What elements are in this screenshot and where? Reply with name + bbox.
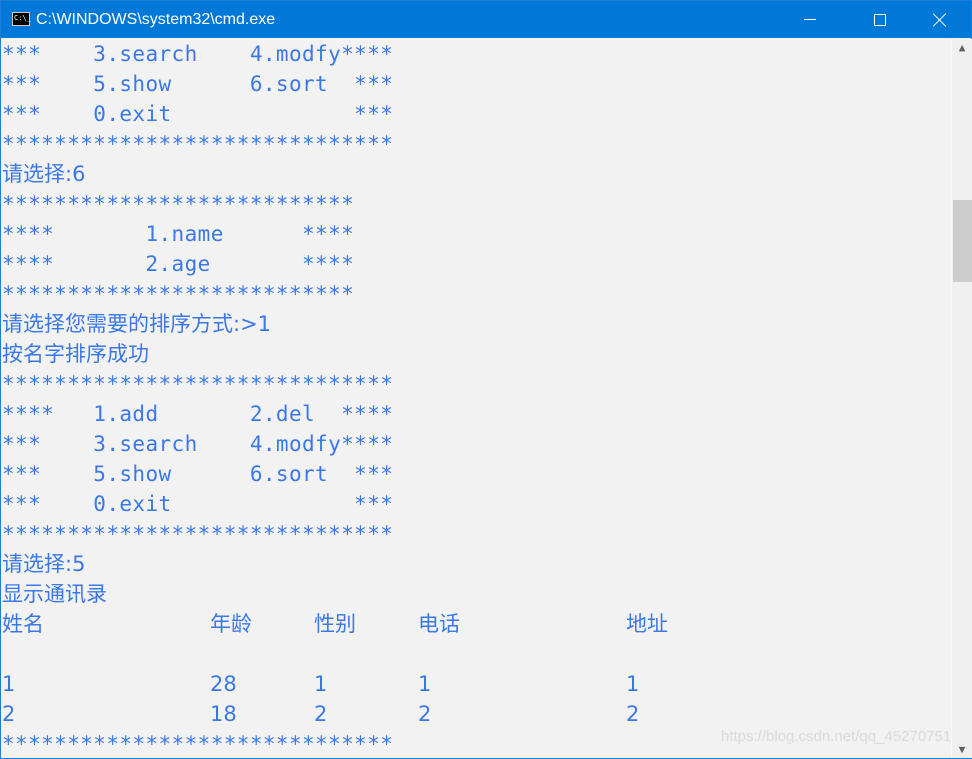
console-line: 请选择:6 [2, 162, 86, 186]
console-line: *** 3.search 4.modfy**** [2, 42, 394, 66]
console-line: ****************************** [2, 732, 394, 756]
cell-age: 28 [210, 672, 237, 696]
console-line: *** 5.show 6.sort *** [2, 72, 394, 96]
watermark: https://blog.csdn.net/qq_45270751 [721, 728, 952, 745]
console-line: *** 0.exit *** [2, 102, 394, 126]
minimize-icon [804, 19, 816, 20]
header-gender: 性别 [314, 612, 356, 636]
table-row: 1 28 1 1 1 [2, 669, 902, 699]
console-line: *** 3.search 4.modfy**** [2, 432, 394, 456]
cell-phone: 1 [418, 672, 432, 696]
console-line: **** 1.name **** [2, 222, 355, 246]
cell-name: 2 [2, 702, 16, 726]
scroll-up-arrow-icon[interactable]: ▲ [952, 39, 972, 56]
title-bar[interactable]: C:\_ C:\WINDOWS\system32\cmd.exe [1, 1, 971, 38]
console-line: **** 1.add 2.del **** [2, 402, 394, 426]
vertical-scrollbar[interactable]: ▲ ▼ [951, 39, 972, 758]
console-line: 请选择:5 [2, 552, 86, 576]
console-line: ****************************** [2, 132, 394, 156]
header-address: 地址 [626, 612, 668, 636]
console-line: ****************************** [2, 522, 394, 546]
console-line: 显示通讯录 [2, 582, 107, 606]
console-line: *** 5.show 6.sort *** [2, 462, 394, 486]
cell-gender: 1 [314, 672, 328, 696]
cell-age: 18 [210, 702, 237, 726]
window-title: C:\WINDOWS\system32\cmd.exe [36, 11, 276, 28]
cmd-window: C:\_ C:\WINDOWS\system32\cmd.exe *** 3.s… [0, 0, 972, 759]
header-phone: 电话 [418, 612, 460, 636]
console-line: ****************************** [2, 372, 394, 396]
console-line: *** 0.exit *** [2, 492, 394, 516]
table-row: 2 18 2 2 2 [2, 699, 902, 729]
scrollbar-thumb[interactable] [953, 200, 972, 282]
minimize-button[interactable] [787, 1, 833, 38]
maximize-button[interactable] [857, 1, 903, 38]
console-line: **** 2.age **** [2, 252, 355, 276]
scroll-down-arrow-icon[interactable]: ▼ [952, 741, 972, 758]
close-button[interactable] [917, 1, 963, 38]
header-name: 姓名 [2, 612, 44, 636]
console-line: 请选择您需要的排序方式:>1 [2, 312, 272, 336]
console-line: *************************** [2, 282, 355, 306]
cell-gender: 2 [314, 702, 328, 726]
header-age: 年龄 [210, 612, 252, 636]
console-line: *************************** [2, 192, 355, 216]
maximize-icon [874, 13, 886, 26]
cell-address: 1 [626, 672, 640, 696]
console-output[interactable]: *** 3.search 4.modfy**** *** 5.show 6.so… [2, 39, 950, 758]
cell-name: 1 [2, 672, 16, 696]
cell-phone: 2 [418, 702, 432, 726]
cell-address: 2 [626, 702, 640, 726]
close-icon [933, 13, 947, 27]
console-line: 按名字排序成功 [2, 342, 149, 366]
contacts-table-header: 姓名 年龄 性别 电话 地址 [2, 609, 902, 639]
cmd-app-icon[interactable]: C:\_ [12, 12, 31, 26]
